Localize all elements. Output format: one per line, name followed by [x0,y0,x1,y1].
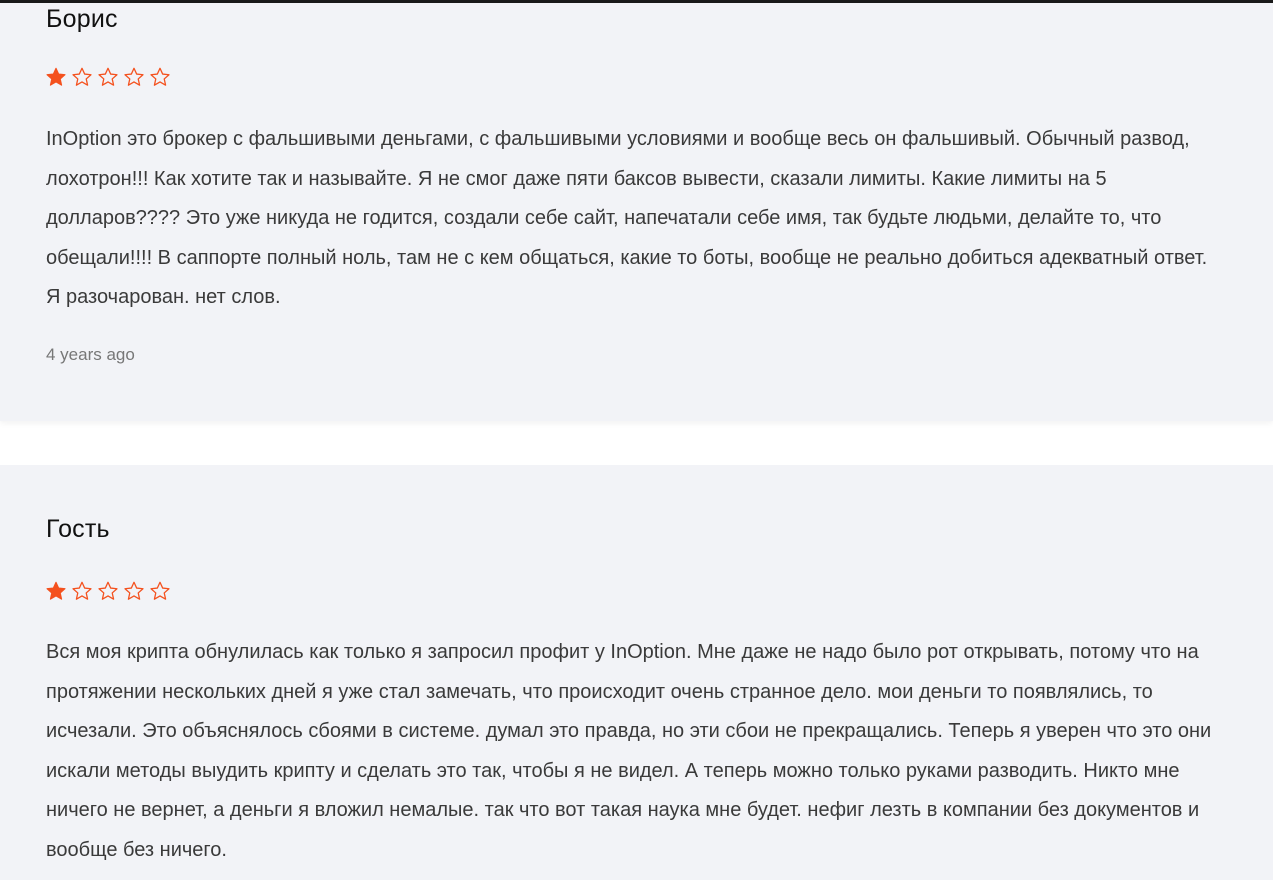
review-text: InOption это брокер с фальшивыми деньгам… [46,128,1208,308]
review-card: Гость Вся моя крипта обнулилась как толь… [0,465,1273,880]
star-filled-icon [46,67,66,86]
review-text: Вся моя крипта обнулилась как только я з… [46,641,1212,861]
star-outline-icon [72,581,92,600]
review-card: Борис InOption это брокер с фальшивыми д… [0,3,1273,421]
star-outline-icon [98,67,118,86]
review-author: Борис [46,5,118,33]
star-outline-icon [124,67,144,86]
rating-stars [45,66,171,88]
star-outline-icon [98,581,118,600]
review-author: Гость [46,515,110,543]
star-outline-icon [72,67,92,86]
star-filled-icon [46,581,66,600]
star-outline-icon [124,581,144,600]
rating-stars [45,580,171,602]
star-outline-icon [150,67,170,86]
review-date: 4 years ago [46,345,135,364]
star-outline-icon [150,581,170,600]
